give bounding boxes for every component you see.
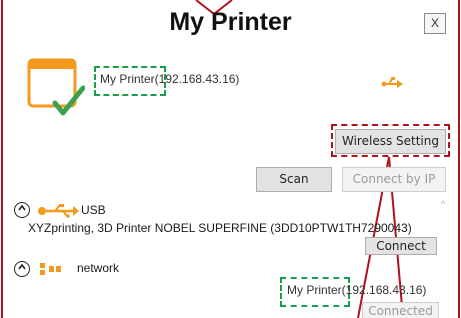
usb-device-name: XYZprinting, 3D Printer NOBEL SUPERFINE … xyxy=(28,221,412,235)
device-list-scrollbar[interactable]: ^ xyxy=(441,197,451,318)
usb-icon xyxy=(381,77,403,88)
usb-connect-button[interactable]: Connect xyxy=(365,237,437,255)
scan-button[interactable]: Scan xyxy=(256,167,332,192)
printer-check-icon xyxy=(27,58,85,116)
usb-section-label: USB xyxy=(81,203,106,217)
network-printer-name: My Printer(192.168.43.16) xyxy=(287,283,427,297)
printer-name-label: My Printer(192.168.43.16) xyxy=(100,72,240,86)
network-icon xyxy=(40,263,61,275)
usb-collapse-toggle[interactable] xyxy=(14,202,30,218)
chevron-up-icon xyxy=(18,263,26,270)
close-button[interactable]: X xyxy=(424,13,446,34)
chevron-up-icon xyxy=(18,204,26,211)
connected-button[interactable]: Connected xyxy=(362,302,439,318)
usb-section-icon xyxy=(38,204,79,218)
window-title: My Printer xyxy=(169,8,292,36)
network-collapse-toggle[interactable] xyxy=(14,261,30,277)
connect-by-ip-button[interactable]: Connect by IP xyxy=(342,167,446,192)
wireless-setting-button[interactable]: Wireless Setting xyxy=(335,129,446,154)
scroll-up-icon[interactable]: ^ xyxy=(441,199,445,209)
network-section-label: network xyxy=(77,261,120,275)
